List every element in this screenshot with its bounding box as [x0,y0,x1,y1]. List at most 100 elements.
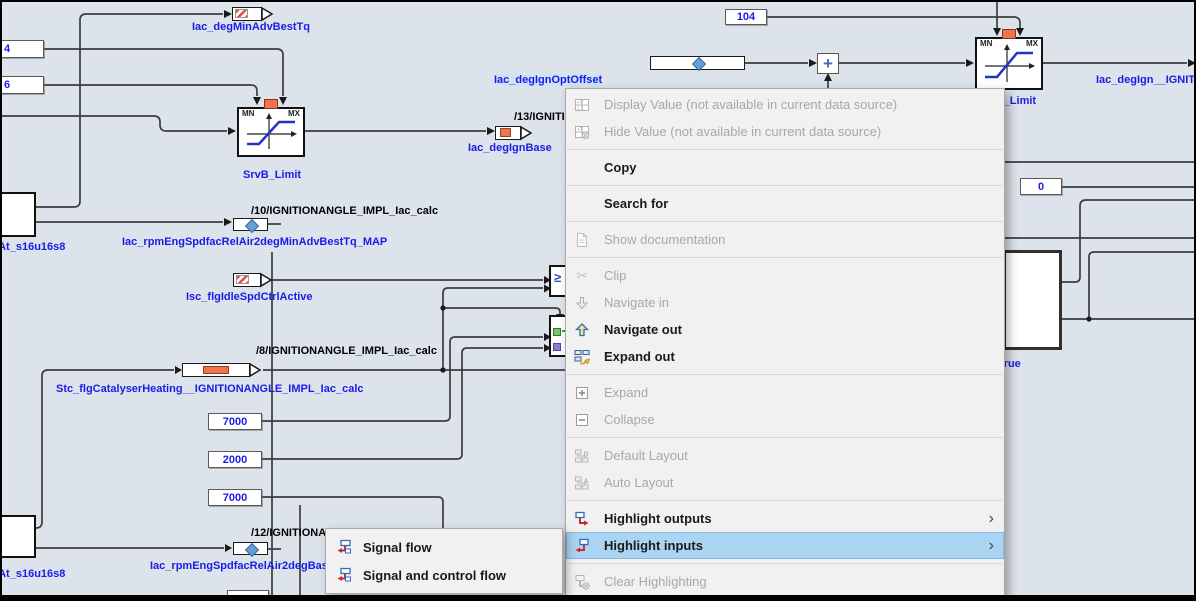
submenu-item-signal-flow[interactable]: Signal flow [326,533,562,561]
display-value-icon: +T1.1 [572,97,592,113]
limiter-top-port [1002,29,1016,39]
menu-item-expand-out[interactable]: Expand out [566,343,1004,370]
port-catalyserheating[interactable] [182,363,250,377]
limiter-max-label: MX [288,109,300,118]
svg-text:1.1: 1.1 [577,105,584,111]
subsystem-block[interactable] [1003,250,1062,350]
menu-separator [567,500,1003,501]
menu-item-hide-value[interactable]: +T Hide Value (not available in current … [566,118,1004,145]
limiter-min-label: MN [980,39,992,48]
diamond-icon [245,542,259,556]
signal-label[interactable]: Iac_degIgn__IGNIT [1096,74,1195,86]
expand-out-icon [572,349,592,365]
submenu-arrow-icon: › [989,511,994,527]
hatched-square-icon [235,9,248,18]
adder-block[interactable]: + [817,53,839,74]
highlight-inputs-icon [572,538,592,554]
menu-item-navigate-in[interactable]: Navigate in [566,289,1004,316]
purple-port-icon [553,343,561,351]
navigate-out-icon [572,322,592,338]
collapse-icon [572,412,592,428]
clear-highlighting-icon [572,574,592,590]
constant-box[interactable]: 2000 [208,451,262,468]
document-icon [572,232,592,248]
menu-separator [567,374,1003,375]
menu-item-expand[interactable]: Expand [566,379,1004,406]
converter-block-bottom[interactable] [0,515,36,558]
signal-label[interactable]: cAt_s16u16s8 [0,568,65,580]
port-arrow-icon [260,272,273,288]
highlight-inputs-submenu: Signal flow Signal and control flow [325,528,563,594]
svg-text:A: A [584,478,589,485]
signal-label[interactable]: Iac_rpmEngSpdfacRelAir2degMinAdvBestTq_M… [122,236,387,248]
menu-item-display-value[interactable]: +T1.1 Display Value (not available in cu… [566,91,1004,118]
output-port-degminadvbesttq[interactable] [232,7,262,21]
converter-block-top[interactable] [0,192,36,237]
submenu-arrow-icon: › [989,538,994,554]
constant-box[interactable]: 7000 [208,413,262,430]
navigate-in-icon [572,295,592,311]
port-arrow-icon [261,6,274,22]
menu-item-navigate-out[interactable]: Navigate out [566,316,1004,343]
constant-box[interactable]: 104 [725,9,767,25]
signal-label-selected[interactable]: Iac_degIgnOptOffset [494,74,602,86]
menu-item-clear-highlighting[interactable]: Clear Highlighting [566,568,1004,595]
svg-text:+T: +T [577,127,583,133]
port-arrow-icon [249,362,262,378]
signal-label[interactable]: cAt_s16u16s8 [0,241,65,253]
window-bottom-edge [0,595,1196,601]
submenu-item-signal-and-control-flow[interactable]: Signal and control flow [326,561,562,589]
limiter-min-label: MN [242,109,254,118]
menu-separator [567,563,1003,564]
input-port-map-top[interactable] [233,218,268,231]
menu-item-auto-layout[interactable]: A Auto Layout [566,469,1004,496]
constant-box[interactable]: 0 [1020,178,1062,195]
path-label: /10/IGNITIONANGLE_IMPL_Iac_calc [251,205,438,217]
signal-flow-icon [334,539,354,555]
menu-item-copy[interactable]: Copy [566,154,1004,181]
constant-box[interactable]: 6 [0,76,44,94]
menu-item-highlight-inputs[interactable]: Highlight inputs › [566,532,1004,559]
input-port-map-bottom[interactable] [233,542,268,555]
hatched-square-icon [236,275,249,284]
input-port-optoffset[interactable] [650,56,745,70]
menu-item-search-for[interactable]: Search for [566,190,1004,217]
menu-item-default-layout[interactable]: D Default Layout [566,442,1004,469]
scissors-icon: ✂ [572,268,592,284]
menu-separator [567,257,1003,258]
signal-label[interactable]: Isc_flgIdleSpdCtrlActive [186,291,313,303]
signal-control-flow-icon [334,567,354,583]
green-port-icon [553,328,561,336]
diagram-canvas[interactable]: MN MX MN MX + ≥ [0,0,1196,601]
limiter-block-right[interactable]: MN MX [975,37,1043,90]
limiter-top-port [264,99,278,109]
constant-box[interactable]: 4 [0,40,44,58]
menu-item-clip[interactable]: ✂ Clip [566,262,1004,289]
menu-separator [567,185,1003,186]
menu-separator [567,437,1003,438]
orange-square-icon [500,128,511,137]
orange-square-icon [203,366,229,374]
constant-box[interactable]: 7000 [208,489,262,506]
signal-label[interactable]: Iac_degIgnBase [468,142,552,154]
diamond-icon [245,218,259,232]
diamond-icon [692,57,706,71]
signal-label[interactable]: SrvB_Limit [243,169,301,181]
auto-layout-icon: A [572,475,592,491]
menu-separator [567,149,1003,150]
highlight-outputs-icon [572,511,592,527]
source-port-idlespdctrl[interactable] [233,273,261,287]
signal-label[interactable]: Iac_degMinAdvBestTq [192,21,310,33]
menu-item-highlight-outputs[interactable]: Highlight outputs › [566,505,1004,532]
menu-item-collapse[interactable]: Collapse [566,406,1004,433]
output-port-degignbase[interactable] [495,126,521,140]
menu-separator [567,221,1003,222]
default-layout-icon: D [572,448,592,464]
signal-label[interactable]: Stc_flgCatalyserHeating__IGNITIONANGLE_I… [56,383,364,395]
svg-text:D: D [584,451,589,458]
menu-item-show-documentation[interactable]: Show documentation [566,226,1004,253]
limiter-block-srvb[interactable]: MN MX [237,107,305,157]
hide-value-icon: +T [572,124,592,140]
path-label: /8/IGNITIONANGLE_IMPL_Iac_calc [256,345,437,357]
signal-label[interactable]: Iac_rpmEngSpdfacRelAir2degBase [150,560,334,572]
